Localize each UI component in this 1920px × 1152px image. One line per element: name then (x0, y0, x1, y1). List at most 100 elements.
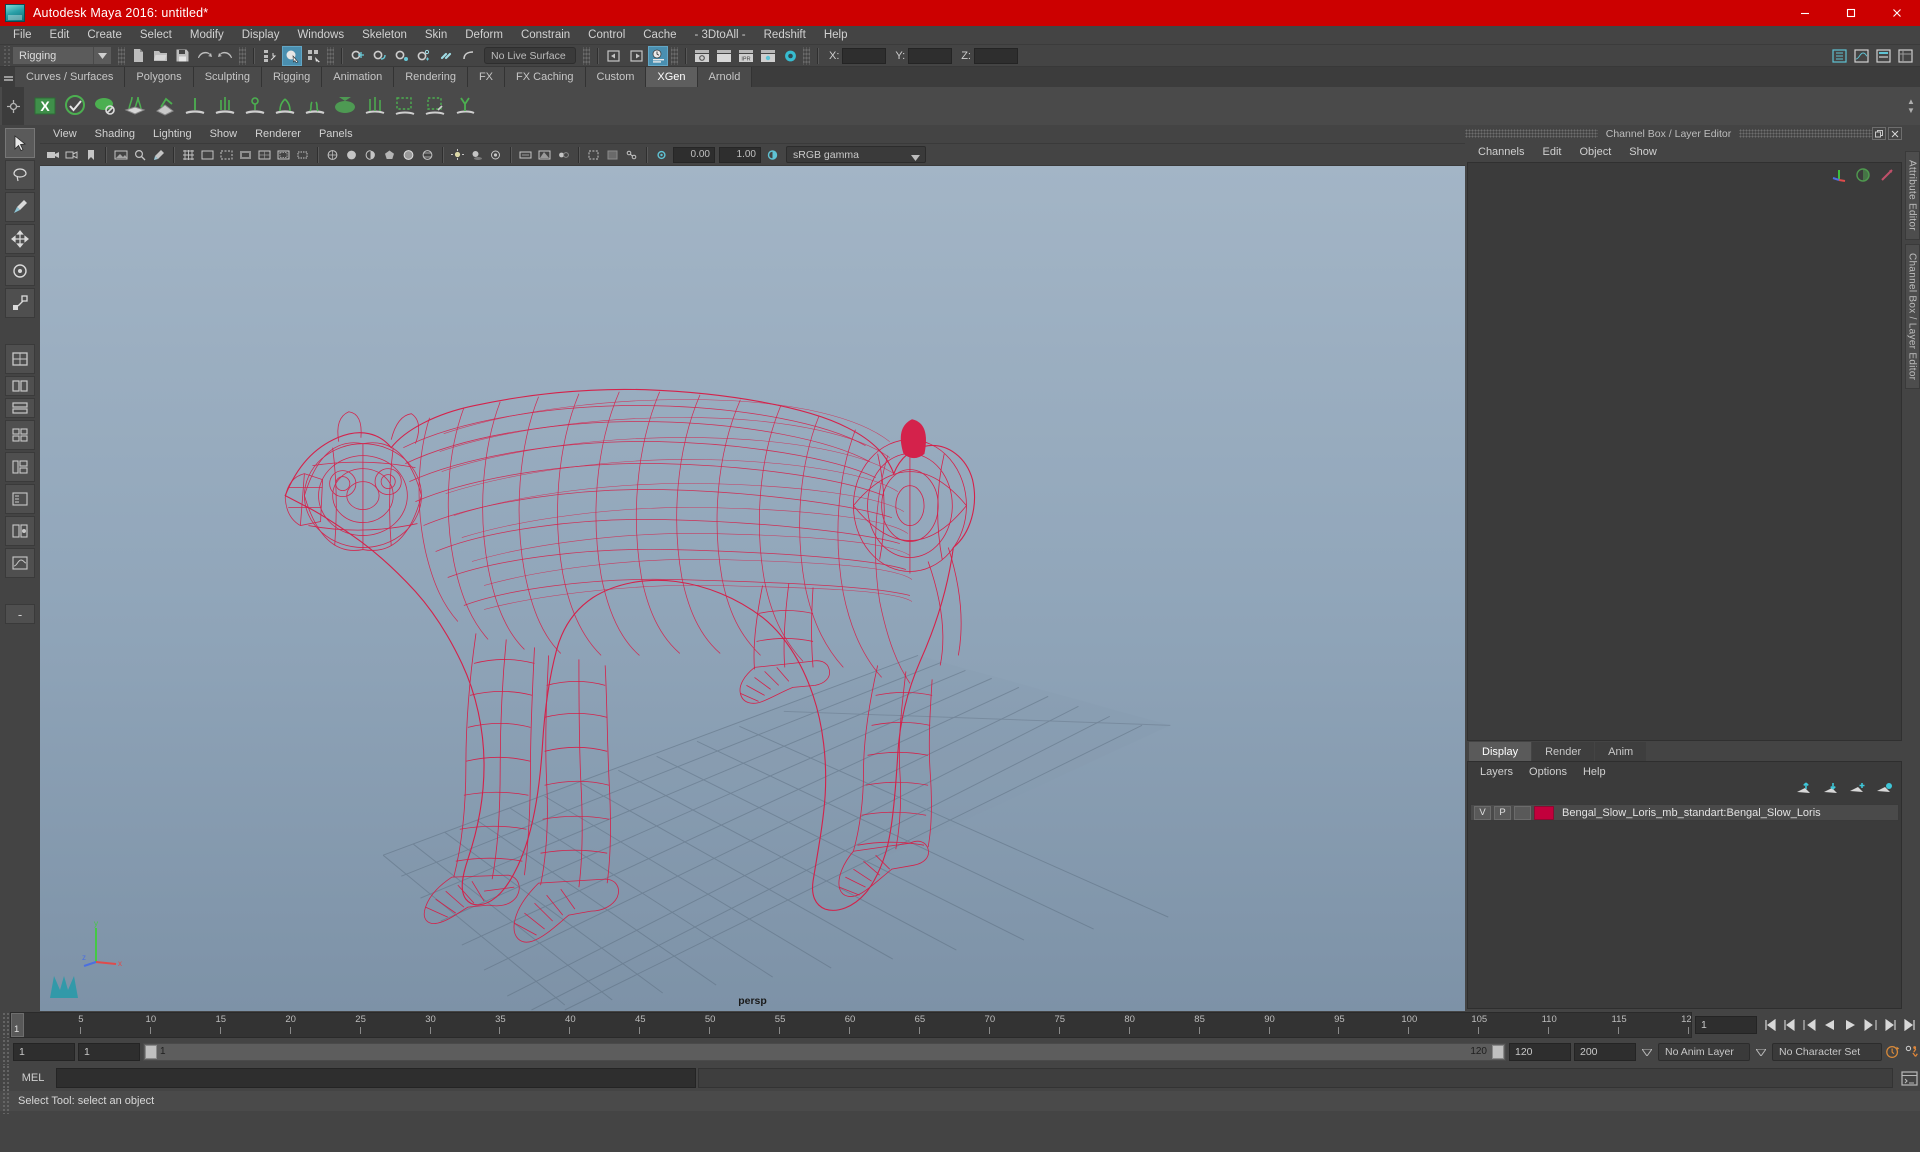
shadows-icon[interactable] (468, 146, 485, 164)
isolate-select-icon[interactable] (585, 146, 602, 164)
anim-layer-selector[interactable]: No Anim Layer (1658, 1043, 1750, 1061)
film-gate-icon[interactable] (199, 146, 216, 164)
animation-start-field[interactable]: 1 (13, 1043, 75, 1061)
shelf-tab-sculpting[interactable]: Sculpting (194, 67, 262, 87)
toolbar-separator-grip-5[interactable] (671, 47, 678, 65)
shelf-scroll-down-icon[interactable]: ▼ (1904, 106, 1918, 115)
single-pane-layout-button[interactable] (5, 344, 35, 374)
layer-visibility-toggle[interactable]: V (1474, 806, 1491, 820)
panel-menu-show[interactable]: Show (201, 125, 247, 144)
toolbar-separator-grip-2[interactable] (239, 47, 246, 65)
time-slider[interactable]: 1 51015202530354045505560657075808590951… (10, 1012, 1692, 1038)
snap-to-grid-icon[interactable] (348, 46, 368, 66)
gamma-field[interactable]: 1.00 (719, 147, 761, 163)
paint-select-tool[interactable] (5, 192, 35, 222)
toolbar-separator-grip-3[interactable] (327, 47, 334, 65)
layer-row[interactable]: V P Bengal_Slow_Loris_mb_standart:Bengal… (1470, 804, 1899, 821)
channel-box-content[interactable] (1467, 162, 1902, 741)
go-to-start-icon[interactable] (1760, 1014, 1780, 1036)
menu-create[interactable]: Create (78, 26, 131, 45)
shelf-tab-fx[interactable]: FX (468, 67, 505, 87)
coord-z-field[interactable] (974, 48, 1018, 64)
motion-blur-icon[interactable] (517, 146, 534, 164)
two-pane-side-layout-button[interactable] (5, 398, 35, 418)
move-tool[interactable] (5, 224, 35, 254)
open-scene-icon[interactable] (150, 46, 170, 66)
color-management-selector[interactable]: sRGB gamma (786, 146, 926, 163)
shelf-grip[interactable] (2, 67, 15, 87)
safe-action-icon[interactable] (275, 146, 292, 164)
shelf-scroll-up-icon[interactable]: ▲ (1904, 97, 1918, 106)
move-layer-up-icon[interactable] (1795, 782, 1812, 801)
menu-select[interactable]: Select (131, 26, 181, 45)
xgen-region-mask-icon[interactable] (390, 89, 420, 123)
statusline-grip[interactable] (2, 46, 10, 66)
undo-icon[interactable] (194, 46, 214, 66)
coord-x-field[interactable] (842, 48, 886, 64)
scale-tool[interactable] (5, 288, 35, 318)
panel-menu-lighting[interactable]: Lighting (144, 125, 201, 144)
new-scene-icon[interactable] (128, 46, 148, 66)
layer-name-label[interactable]: Bengal_Slow_Loris_mb_standart:Bengal_Slo… (1562, 807, 1821, 819)
minimize-button[interactable] (1782, 0, 1828, 26)
select-camera-icon[interactable] (44, 146, 61, 164)
play-forwards-icon[interactable] (1840, 1014, 1860, 1036)
persp-graph-layout-button[interactable] (5, 548, 35, 578)
step-forward-frame-icon[interactable] (1880, 1014, 1900, 1036)
command-language-label[interactable]: MEL (12, 1072, 54, 1084)
xgen-export-patches-icon[interactable] (450, 89, 480, 123)
panel-menu-renderer[interactable]: Renderer (246, 125, 310, 144)
output-channels-icon[interactable] (1879, 167, 1895, 188)
cb-menu-object[interactable]: Object (1570, 142, 1620, 162)
range-slider-grip[interactable] (2, 1039, 10, 1065)
xray-icon[interactable] (604, 146, 621, 164)
close-panel-button[interactable] (1888, 127, 1902, 140)
two-dimensional-pan-zoom-icon[interactable] (131, 146, 148, 164)
toolbar-separator-grip[interactable] (118, 47, 125, 65)
layer-list[interactable]: V P Bengal_Slow_Loris_mb_standart:Bengal… (1468, 801, 1901, 1008)
cb-menu-channels[interactable]: Channels (1469, 142, 1533, 162)
shape-channels-icon[interactable] (1855, 167, 1871, 188)
vertical-tab-channel-box[interactable]: Channel Box / Layer Editor (1905, 244, 1920, 389)
step-back-key-icon[interactable] (1800, 1014, 1820, 1036)
animation-preferences-icon[interactable] (1904, 1043, 1920, 1061)
depth-of-field-icon[interactable] (555, 146, 572, 164)
range-end-handle[interactable] (1492, 1045, 1504, 1059)
menu-control[interactable]: Control (579, 26, 634, 45)
maximize-button[interactable] (1828, 0, 1874, 26)
open-attribute-editor-icon[interactable] (1873, 46, 1893, 66)
snap-to-point-icon[interactable] (392, 46, 412, 66)
close-button[interactable] (1874, 0, 1920, 26)
xgen-render-icon[interactable] (90, 89, 120, 123)
menu-help[interactable]: Help (815, 26, 857, 45)
select-by-object-icon[interactable] (282, 46, 302, 66)
shelf-tab-animation[interactable]: Animation (322, 67, 394, 87)
play-backwards-icon[interactable] (1820, 1014, 1840, 1036)
animation-end-field[interactable]: 200 (1574, 1043, 1636, 1061)
screen-space-ao-icon[interactable] (487, 146, 504, 164)
open-outliner-icon[interactable] (1829, 46, 1849, 66)
time-slider-grip[interactable] (2, 1012, 10, 1038)
snap-to-curve-icon[interactable] (370, 46, 390, 66)
xgen-create-description-icon[interactable]: X (30, 89, 60, 123)
auto-keyframe-icon[interactable] (1885, 1043, 1901, 1061)
grease-pencil-icon[interactable] (150, 146, 167, 164)
transform-channels-icon[interactable] (1831, 167, 1847, 188)
textured-icon[interactable] (419, 146, 436, 164)
hypershade-icon[interactable] (780, 46, 800, 66)
menu-file[interactable]: File (4, 26, 41, 45)
render-current-frame-icon[interactable] (692, 46, 712, 66)
range-end-field[interactable]: 120 (1509, 1043, 1571, 1061)
move-layer-down-icon[interactable] (1822, 782, 1839, 801)
range-start-field[interactable]: 1 (78, 1043, 140, 1061)
shelf-tab-rendering[interactable]: Rendering (394, 67, 468, 87)
menuset-selector[interactable]: Rigging (13, 47, 93, 64)
shelf-tab-curves-surfaces[interactable]: Curves / Surfaces (15, 67, 125, 87)
use-all-lights-icon[interactable] (449, 146, 466, 164)
cb-menu-edit[interactable]: Edit (1533, 142, 1570, 162)
four-view-layout-button[interactable] (5, 420, 35, 450)
xgen-mask-paint-icon[interactable] (420, 89, 450, 123)
menu-modify[interactable]: Modify (181, 26, 233, 45)
lasso-tool[interactable] (5, 160, 35, 190)
panel-menu-view[interactable]: View (44, 125, 86, 144)
